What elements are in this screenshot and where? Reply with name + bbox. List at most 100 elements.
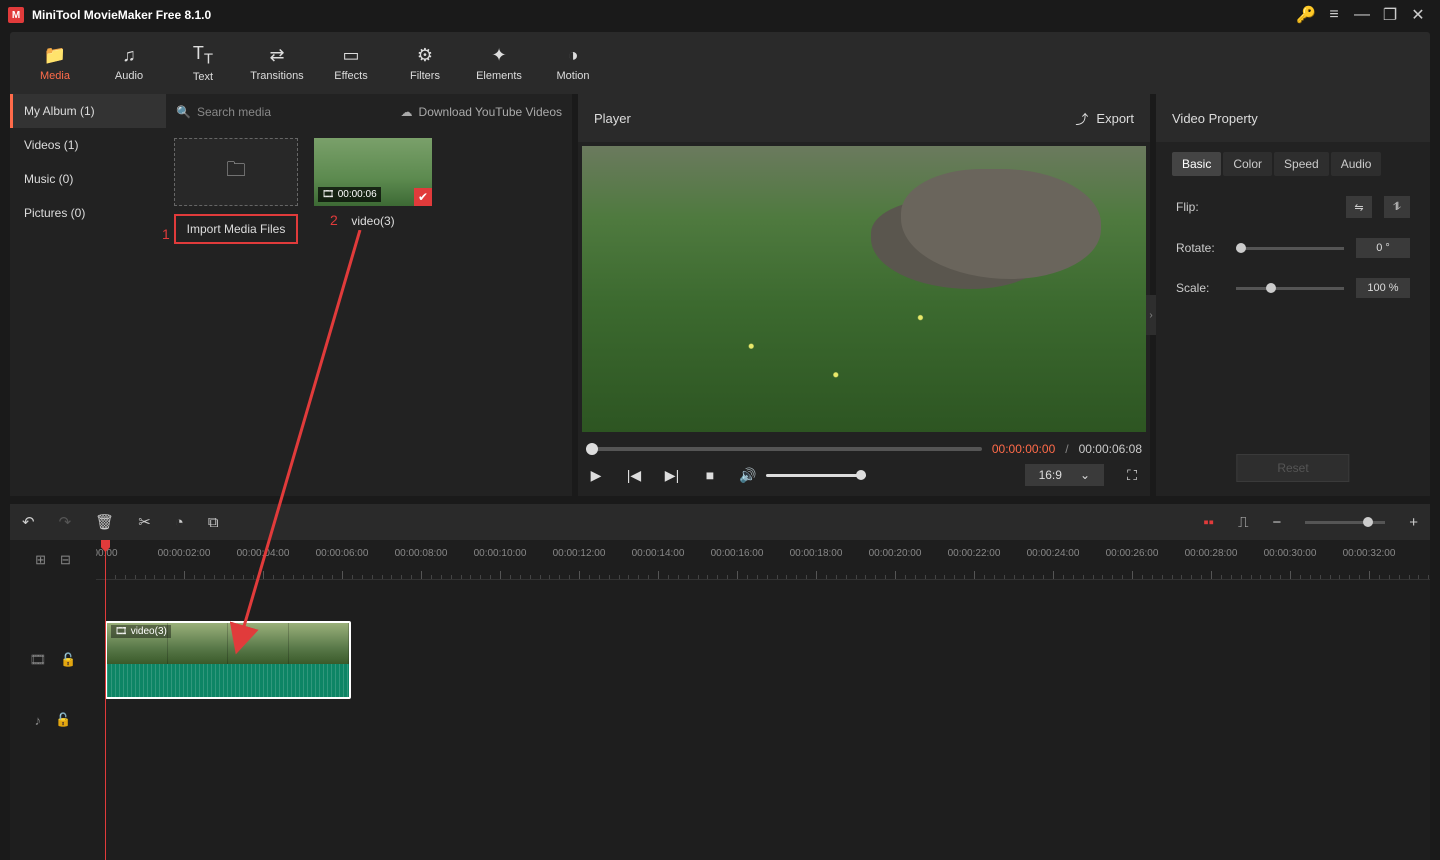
- track-row-video[interactable]: 🎞video(3): [96, 620, 1430, 700]
- sidebar-item-music[interactable]: Music (0): [10, 162, 166, 196]
- magnet-icon[interactable]: ▪▪: [1203, 514, 1214, 531]
- close-button[interactable]: ✕: [1404, 1, 1432, 29]
- rotate-label: Rotate:: [1176, 241, 1224, 255]
- playhead[interactable]: [105, 540, 106, 860]
- cloud-download-icon: ☁: [401, 105, 413, 119]
- annotation-2: 2: [330, 212, 338, 228]
- tab-media[interactable]: 📁Media: [20, 39, 90, 88]
- tab-audio[interactable]: ♫Audio: [94, 39, 164, 88]
- ruler-tick: 00:00:20:00: [869, 548, 922, 559]
- minimize-button[interactable]: —: [1348, 1, 1376, 29]
- rotate-slider[interactable]: [1236, 247, 1344, 250]
- sidebar-item-videos[interactable]: Videos (1): [10, 128, 166, 162]
- import-media-dropzone[interactable]: 🗀: [174, 138, 298, 206]
- zoom-out-button[interactable]: −: [1272, 514, 1281, 531]
- property-title: Video Property: [1156, 94, 1430, 142]
- proptab-audio[interactable]: Audio: [1331, 152, 1382, 176]
- scale-value[interactable]: 100 %: [1356, 278, 1410, 298]
- time-current: 00:00:00:00: [992, 442, 1055, 456]
- tab-filters[interactable]: ⚙Filters: [390, 39, 460, 88]
- speed-button[interactable]: ◔: [175, 514, 184, 531]
- ruler-tick: 00:00:08:00: [395, 548, 448, 559]
- tab-transitions[interactable]: ⇄Transitions: [242, 39, 312, 88]
- add-track-icon[interactable]: ⊞: [35, 552, 46, 568]
- prev-frame-button[interactable]: |◀: [624, 467, 644, 484]
- import-media-button[interactable]: Import Media Files: [174, 214, 298, 244]
- sidebar-item-pictures[interactable]: Pictures (0): [10, 196, 166, 230]
- music-icon: ♫: [122, 45, 136, 66]
- search-input[interactable]: 🔍 Search media: [176, 105, 391, 119]
- collapse-tracks-icon[interactable]: ⊟: [60, 552, 71, 568]
- timeline-clip[interactable]: 🎞video(3): [105, 621, 351, 699]
- play-button[interactable]: ▶: [586, 467, 606, 484]
- audio-track-icon[interactable]: ♪: [35, 713, 42, 728]
- zoom-slider[interactable]: [1305, 521, 1385, 524]
- next-frame-button[interactable]: ▶|: [662, 467, 682, 484]
- elements-icon: ✦: [491, 45, 506, 66]
- zoom-in-button[interactable]: +: [1409, 514, 1418, 531]
- rotate-value[interactable]: 0 °: [1356, 238, 1410, 258]
- track-row-overlay[interactable]: [96, 580, 1430, 620]
- flip-label: Flip:: [1176, 200, 1224, 214]
- volume-slider[interactable]: [766, 474, 866, 477]
- annotation-1: 1: [162, 226, 170, 242]
- sidebar-item-myalbum[interactable]: My Album (1): [10, 94, 166, 128]
- lock-icon[interactable]: 🔓: [55, 712, 71, 728]
- tab-elements[interactable]: ✦Elements: [464, 39, 534, 88]
- ruler-tick: 00:00:16:00: [711, 548, 764, 559]
- timeline: ⊞ ⊟ 🎞 🔓 ♪ 🔓 00:0000:00:02:0000:00:04:000…: [10, 540, 1430, 860]
- crop-button[interactable]: ⧉: [208, 514, 219, 531]
- proptab-color[interactable]: Color: [1223, 152, 1272, 176]
- track-header-video: 🎞 🔓: [10, 620, 96, 700]
- redo-button[interactable]: ↷: [59, 513, 72, 531]
- track-row-audio[interactable]: [96, 700, 1430, 740]
- marker-icon[interactable]: ⎍: [1238, 514, 1249, 531]
- download-youtube-link[interactable]: ☁ Download YouTube Videos: [401, 105, 562, 119]
- tab-text[interactable]: TTText: [168, 37, 238, 90]
- timeline-ruler[interactable]: 00:0000:00:02:0000:00:04:0000:00:06:0000…: [96, 540, 1430, 580]
- video-track-icon[interactable]: 🎞: [30, 652, 47, 668]
- ruler-tick: 00:00:24:00: [1027, 548, 1080, 559]
- menu-icon[interactable]: ≡: [1320, 1, 1348, 29]
- film-icon: 🎞: [115, 626, 128, 637]
- media-panel: My Album (1) Videos (1) Music (0) Pictur…: [10, 94, 572, 496]
- stop-button[interactable]: ■: [700, 467, 720, 483]
- tab-motion[interactable]: ◑Motion: [538, 39, 608, 88]
- player-panel: Player ⤴ Export 00:00:00:00 / 00:00:06:0…: [578, 94, 1150, 496]
- clip-label: video(3): [131, 626, 167, 637]
- flip-horizontal-button[interactable]: ⇋: [1346, 196, 1372, 218]
- aspect-ratio-select[interactable]: 16:9⌄: [1025, 464, 1104, 486]
- proptab-speed[interactable]: Speed: [1274, 152, 1329, 176]
- clip-added-check-icon: ✔: [414, 188, 432, 206]
- delete-button[interactable]: 🗑: [95, 513, 114, 531]
- flip-vertical-button[interactable]: ⥮: [1384, 196, 1410, 218]
- album-sidebar: My Album (1) Videos (1) Music (0) Pictur…: [10, 94, 166, 496]
- clip-duration-badge: 🎞00:00:06: [318, 187, 381, 202]
- ruler-tick: 00:00:06:00: [316, 548, 369, 559]
- reset-button[interactable]: Reset: [1236, 454, 1349, 482]
- track-header-spacer: [10, 580, 96, 620]
- maximize-button[interactable]: ❐: [1376, 1, 1404, 29]
- key-icon[interactable]: 🔑: [1292, 1, 1320, 29]
- video-preview[interactable]: [582, 146, 1146, 432]
- ruler-tick: 00:00:22:00: [948, 548, 1001, 559]
- undo-button[interactable]: ↶: [22, 513, 35, 531]
- tab-effects[interactable]: ▭Effects: [316, 39, 386, 88]
- collapse-panel-button[interactable]: ›: [1146, 295, 1156, 335]
- time-duration: 00:00:06:08: [1079, 442, 1142, 456]
- app-title: MiniTool MovieMaker Free 8.1.0: [32, 8, 1292, 22]
- media-browser: 🔍 Search media ☁ Download YouTube Videos…: [166, 94, 572, 496]
- split-button[interactable]: ✂: [138, 513, 151, 531]
- export-button[interactable]: ⤴ Export: [1075, 109, 1134, 128]
- scale-label: Scale:: [1176, 281, 1224, 295]
- scrub-bar[interactable]: [586, 447, 982, 451]
- proptab-basic[interactable]: Basic: [1172, 152, 1221, 176]
- volume-icon[interactable]: 🔊: [738, 467, 758, 484]
- track-area[interactable]: 00:0000:00:02:0000:00:04:0000:00:06:0000…: [96, 540, 1430, 860]
- effects-icon: ▭: [342, 45, 359, 66]
- scale-slider[interactable]: [1236, 287, 1344, 290]
- lock-icon[interactable]: 🔓: [60, 652, 76, 668]
- fullscreen-button[interactable]: ⛶: [1122, 467, 1142, 484]
- ruler-tick: 00:00:26:00: [1106, 548, 1159, 559]
- film-icon: 🎞: [322, 189, 335, 200]
